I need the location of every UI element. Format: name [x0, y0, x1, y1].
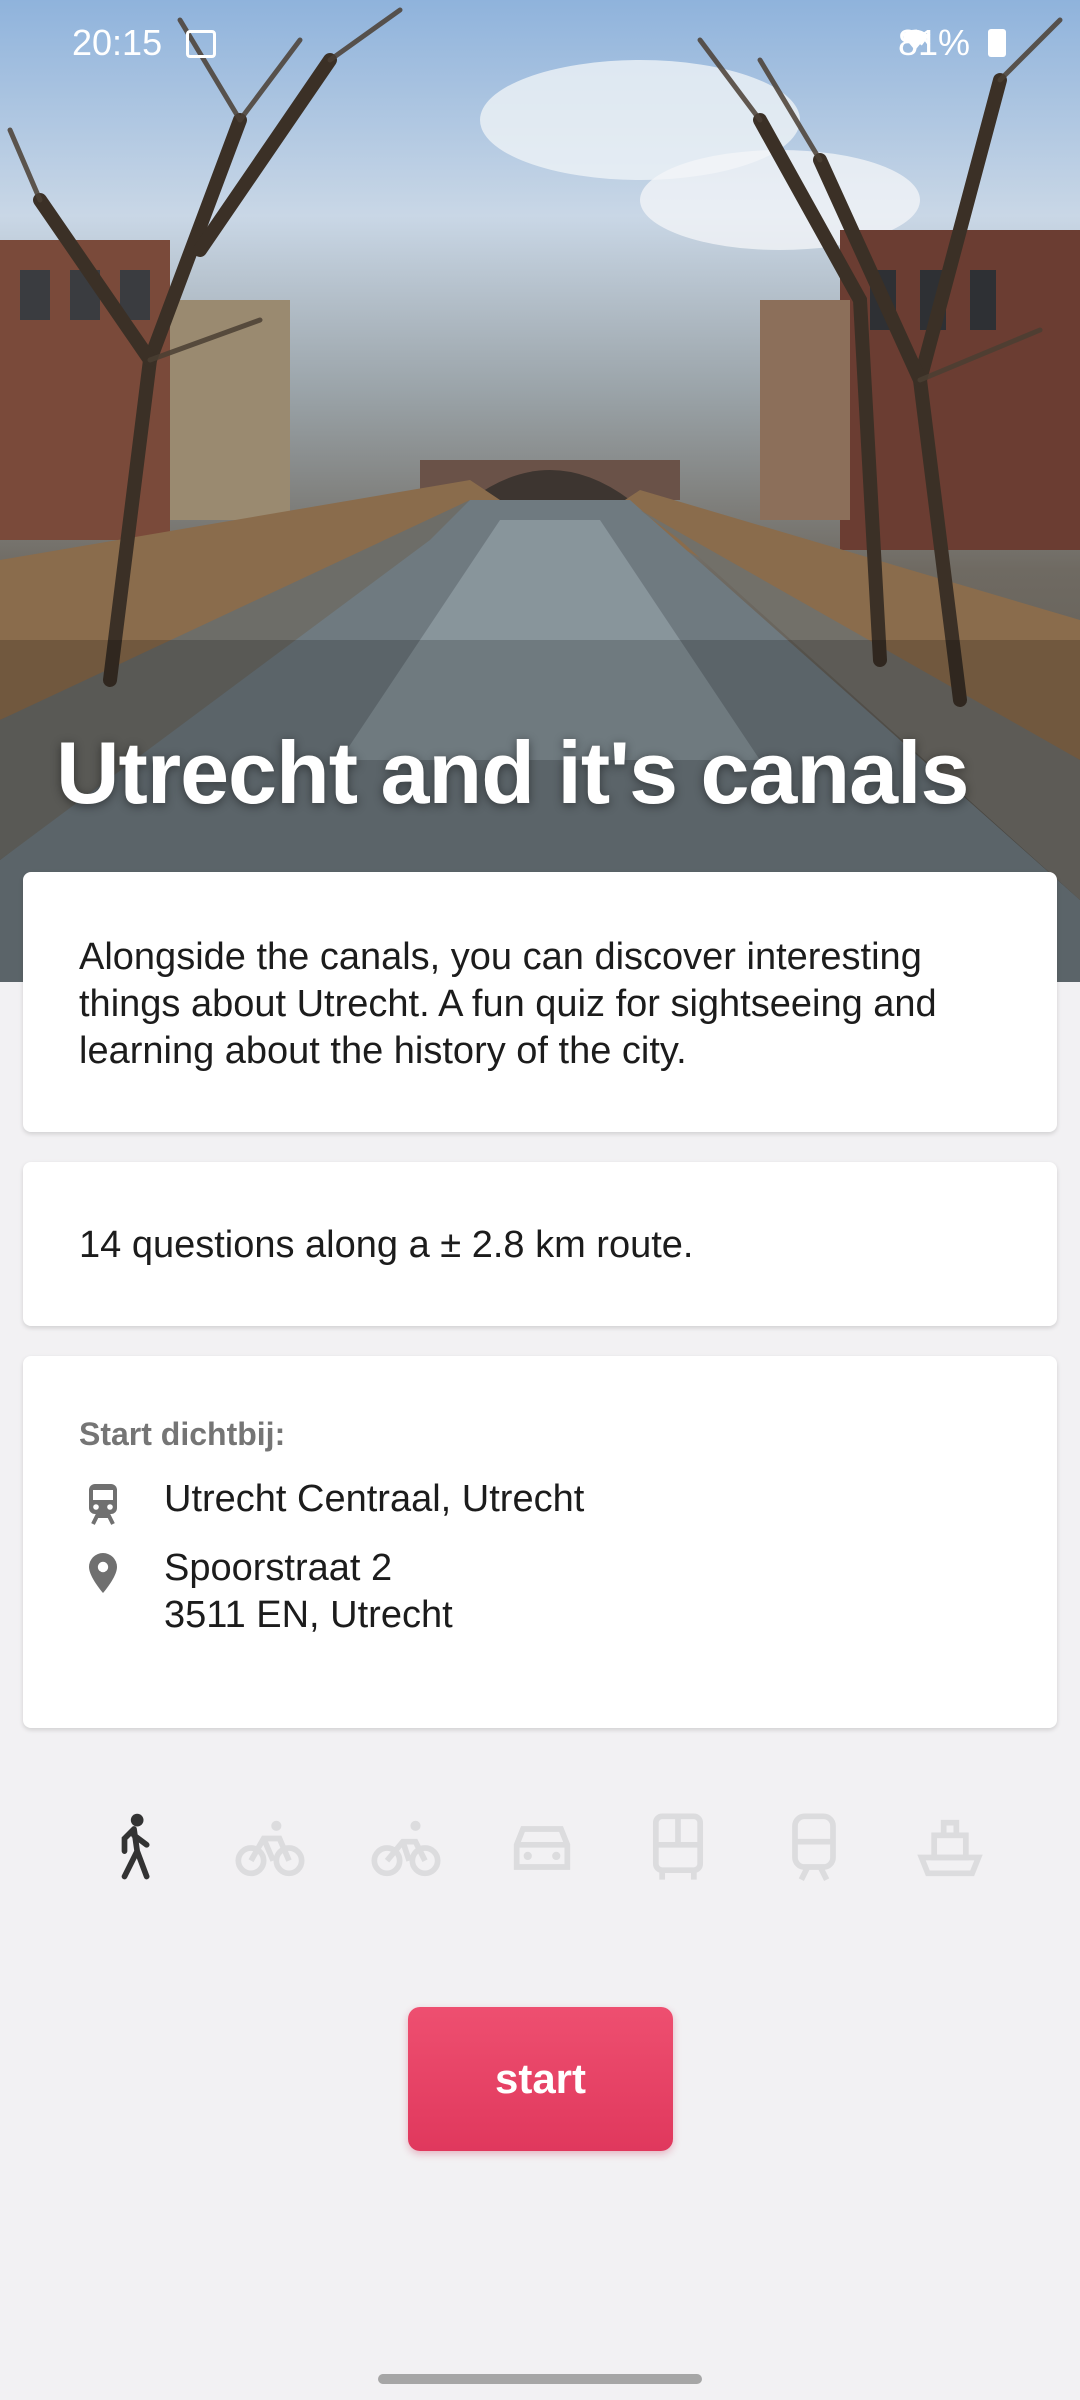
e-bike-icon[interactable]	[368, 1810, 444, 1886]
status-icons: 81%	[898, 22, 1006, 64]
address-city: 3511 EN, Utrecht	[164, 1594, 453, 1636]
status-time: 20:15	[72, 22, 163, 63]
start-location-label: Start dichtbij:	[79, 1416, 286, 1452]
wifi-icon	[902, 29, 928, 51]
bus-icon[interactable]	[640, 1810, 716, 1886]
hero-image: 20:15 81% Utrecht and it's canals	[0, 0, 1080, 982]
status-bar: 20:15 81%	[0, 0, 1080, 90]
tour-detail-screen: 20:15 81% Utrecht and it's canals Alongs…	[0, 0, 1080, 2400]
station-name: Utrecht Centraal, Utrecht	[164, 1478, 585, 1520]
station-row: Utrecht Centraal, Utrecht	[79, 1476, 1001, 1525]
page-title: Utrecht and it's canals	[56, 723, 969, 822]
transport-mode-selector	[96, 1810, 996, 1890]
ferry-icon[interactable]	[912, 1810, 988, 1886]
car-icon[interactable]	[504, 1810, 580, 1886]
walk-icon[interactable]	[96, 1810, 172, 1886]
canal-photo	[0, 7, 1080, 982]
address-row: Spoorstraat 2 3511 EN, Utrecht	[79, 1545, 1001, 1639]
start-button[interactable]: start	[408, 2007, 673, 2151]
description-card: Alongside the canals, you can discover i…	[23, 872, 1057, 1132]
location-pin-icon	[89, 1553, 117, 1593]
description-text: Alongside the canals, you can discover i…	[79, 936, 937, 1072]
address-street: Spoorstraat 2	[164, 1547, 393, 1589]
gesture-nav-bar[interactable]	[378, 2374, 702, 2384]
bicycle-icon[interactable]	[232, 1810, 308, 1886]
image-icon	[186, 30, 216, 58]
train-icon[interactable]	[776, 1810, 852, 1886]
route-summary: 14 questions along a ± 2.8 km route.	[79, 1224, 694, 1266]
start-location-card: Start dichtbij: Utrecht Centraal, Utrech…	[23, 1356, 1057, 1728]
train-station-icon	[89, 1484, 117, 1525]
route-info-card: 14 questions along a ± 2.8 km route.	[23, 1162, 1057, 1326]
battery-icon	[988, 29, 1006, 57]
